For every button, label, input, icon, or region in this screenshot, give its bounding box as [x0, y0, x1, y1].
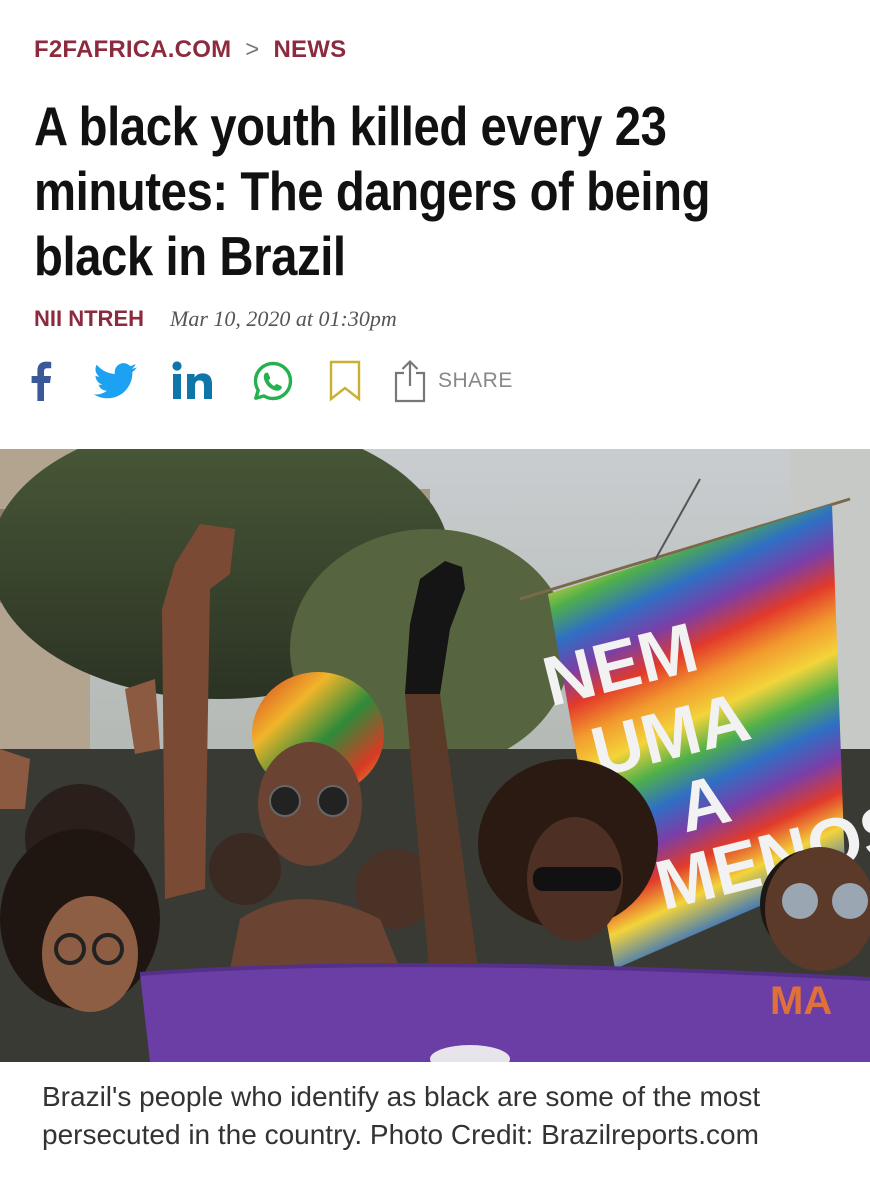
bookmark-icon: [329, 360, 361, 402]
front-banner-text: MA: [770, 979, 832, 1023]
twitter-icon: [94, 363, 137, 399]
article-hero-photo: NEM UMA A MENOS MA: [0, 449, 870, 1062]
article-title: A black youth killed every 23 minutes: T…: [34, 95, 711, 287]
breadcrumb-separator: >: [245, 36, 260, 63]
byline: NII NTREH Mar 10, 2020 at 01:30pm: [34, 306, 397, 332]
linkedin-icon: [172, 361, 212, 399]
protest-photo-illustration: NEM UMA A MENOS MA: [0, 449, 870, 1062]
author-link[interactable]: NII NTREH: [34, 306, 144, 332]
share-label: SHARE: [438, 369, 513, 392]
linkedin-share-button[interactable]: [172, 361, 216, 401]
photo-caption: Brazil's people who identify as black ar…: [42, 1081, 761, 1150]
share-icon: [394, 359, 426, 403]
whatsapp-share-button[interactable]: [252, 360, 294, 402]
whatsapp-icon: [253, 361, 293, 401]
purple-banner: [140, 965, 870, 1062]
breadcrumb: F2FAFRICA.COM > NEWS: [34, 36, 346, 64]
facebook-icon: [31, 361, 52, 401]
breadcrumb-section-link[interactable]: NEWS: [273, 36, 346, 64]
twitter-share-button[interactable]: [94, 363, 138, 399]
publish-date: Mar 10, 2020 at 01:30pm: [170, 306, 397, 331]
breadcrumb-site-link[interactable]: F2FAFRICA.COM: [34, 36, 231, 64]
share-bar: SHARE: [30, 356, 513, 406]
bookmark-button[interactable]: [328, 360, 362, 402]
share-button[interactable]: SHARE: [392, 359, 513, 403]
facebook-share-button[interactable]: [30, 361, 60, 401]
